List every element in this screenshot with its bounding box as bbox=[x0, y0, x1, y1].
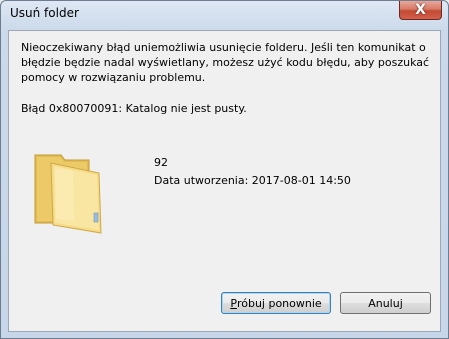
title-bar[interactable]: Usuń folder X bbox=[1, 1, 448, 29]
error-message: Nieoczekiwany błąd uniemożliwia usunięci… bbox=[21, 41, 430, 84]
folder-created-date: Data utworzenia: 2017-08-01 14:50 bbox=[154, 174, 351, 187]
window-title: Usuń folder bbox=[10, 6, 79, 20]
dialog-content: Nieoczekiwany błąd uniemożliwia usunięci… bbox=[8, 30, 441, 332]
cancel-button[interactable]: Anuluj bbox=[340, 292, 431, 314]
folder-icon bbox=[33, 151, 109, 235]
error-code: Błąd 0x80070091: Katalog nie jest pusty. bbox=[21, 102, 247, 115]
retry-button[interactable]: Próbuj ponownie bbox=[221, 292, 331, 314]
retry-label: róbuj ponownie bbox=[236, 296, 322, 310]
close-icon: X bbox=[415, 2, 426, 18]
folder-name: 92 bbox=[154, 156, 168, 169]
dialog-window: Usuń folder X Nieoczekiwany błąd uniemoż… bbox=[0, 0, 449, 339]
retry-accelerator: P bbox=[230, 296, 237, 310]
close-button[interactable]: X bbox=[399, 1, 442, 20]
